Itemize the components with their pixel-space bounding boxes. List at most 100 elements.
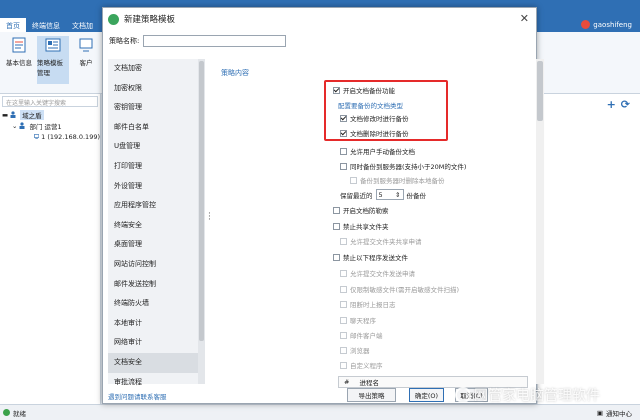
sidebar-search-input[interactable]: 在这里输入关键字搜索 bbox=[2, 96, 98, 107]
opt-label: 允许提交文件夹共享申请 bbox=[350, 238, 422, 246]
tab-terminal-info[interactable]: 终端信息 bbox=[26, 18, 66, 32]
checkbox[interactable] bbox=[340, 346, 347, 354]
opt-label: 允许用户手动备份文档 bbox=[350, 148, 415, 156]
opt-label: 邮件客户端 bbox=[350, 332, 383, 340]
column-header-index: # bbox=[344, 378, 350, 386]
opt-mail-client[interactable]: 邮件客户端 bbox=[340, 330, 383, 340]
opt-label: 禁止共享文件夹 bbox=[343, 223, 389, 231]
nav-item[interactable]: 终端防火墙 bbox=[108, 294, 205, 314]
checkbox[interactable] bbox=[340, 300, 347, 308]
nav-scroll-thumb[interactable] bbox=[199, 61, 204, 341]
expand-icon[interactable]: ⌄ bbox=[12, 122, 17, 130]
checkbox[interactable] bbox=[333, 206, 340, 214]
checkbox[interactable] bbox=[340, 269, 347, 277]
opt-label: 禁止以下程序发送文件 bbox=[343, 254, 408, 262]
keep-count-stepper[interactable]: 5 ⇕ bbox=[375, 189, 404, 200]
notification-center[interactable]: ▣ 通知中心 bbox=[597, 408, 632, 418]
keep-prefix: 保留最近的 bbox=[340, 191, 373, 200]
nav-item[interactable]: 外设管理 bbox=[108, 177, 205, 197]
user-avatar-icon bbox=[581, 20, 591, 29]
checkbox[interactable] bbox=[340, 361, 347, 369]
checkbox[interactable] bbox=[340, 316, 347, 324]
opt-label: 允许提交文件发送申请 bbox=[350, 270, 415, 278]
add-icon[interactable]: + bbox=[607, 98, 616, 111]
spinner-arrows-icon[interactable]: ⇕ bbox=[395, 191, 400, 199]
nav-item[interactable]: 终端安全 bbox=[108, 216, 205, 236]
opt-anti-ransom[interactable]: 开启文档防勒索 bbox=[333, 205, 389, 215]
content-scrollbar[interactable] bbox=[536, 59, 544, 384]
ribbon-label: 基本信息 bbox=[6, 59, 32, 67]
watermark: 网管家电脑管理软件 bbox=[455, 385, 600, 405]
status-bar: 就绪 ▣ 通知中心 bbox=[0, 404, 640, 420]
tree-computer[interactable]: 1 (192.168.0.199) bbox=[0, 131, 100, 142]
opt-sync-server[interactable]: 同时备份到服务器(支持小于20M的文件) bbox=[340, 161, 466, 171]
column-header-process: 进程名 bbox=[359, 379, 379, 387]
nav-item[interactable]: 网络审计 bbox=[108, 333, 205, 353]
opt-allow-user-backup[interactable]: 允许用户手动备份文档 bbox=[340, 146, 415, 156]
ribbon-template-manage[interactable]: 策略模板管理 bbox=[37, 36, 69, 84]
opt-forbid-share[interactable]: 禁止共享文件夹 bbox=[333, 221, 389, 231]
opt-browser[interactable]: 浏览器 bbox=[340, 345, 370, 355]
checkbox[interactable] bbox=[333, 253, 340, 261]
checkbox[interactable] bbox=[350, 176, 357, 184]
user-account[interactable]: gaoshifeng bbox=[581, 20, 632, 29]
opt-allow-share-apply[interactable]: 允许提交文件夹共享申请 bbox=[340, 236, 422, 246]
tree-root[interactable]: ▬ 域之盾 bbox=[0, 109, 100, 120]
opt-chat[interactable]: 聊天程序 bbox=[340, 315, 376, 325]
nav-item[interactable]: 桌面管理 bbox=[108, 235, 205, 255]
nav-item[interactable]: 网站访问控制 bbox=[108, 255, 205, 275]
opt-label: 自定义程序 bbox=[350, 362, 383, 370]
content-scroll-thumb[interactable] bbox=[537, 61, 543, 121]
nav-item[interactable]: 文档加密 bbox=[108, 59, 205, 79]
checkbox[interactable] bbox=[340, 237, 347, 245]
nav-item[interactable]: 文档安全 bbox=[108, 352, 205, 373]
policy-name-row: 策略名称: bbox=[109, 35, 287, 47]
user-name: gaoshifeng bbox=[593, 20, 632, 29]
opt-custom[interactable]: 自定义程序 bbox=[340, 360, 383, 370]
nav-item[interactable]: 打印管理 bbox=[108, 157, 205, 177]
opt-label: 开启文档防勒索 bbox=[343, 207, 389, 215]
opt-label: 仅限制敏感文件(需开启敏感文件扫描) bbox=[350, 286, 460, 294]
opt-label: 阻断时上报日志 bbox=[350, 301, 396, 309]
nav-item[interactable]: 密钥管理 bbox=[108, 98, 205, 118]
policy-name-input[interactable] bbox=[143, 35, 287, 47]
splitter-handle[interactable]: · · · bbox=[208, 210, 211, 225]
tree-dept[interactable]: ⌄ 部门 运营1 bbox=[0, 120, 100, 131]
close-icon[interactable]: ✕ bbox=[520, 12, 529, 25]
nav-item[interactable]: 加密权限 bbox=[108, 79, 205, 99]
opt-block-upload[interactable]: 阻断时上报日志 bbox=[340, 299, 396, 309]
nav-item[interactable]: U盘管理 bbox=[108, 137, 205, 157]
template-icon bbox=[45, 38, 61, 52]
tab-home[interactable]: 首页 bbox=[0, 18, 26, 32]
help-link[interactable]: 遇到问题请联系客服 bbox=[108, 391, 167, 401]
collapse-icon[interactable]: ▬ bbox=[2, 111, 8, 119]
opt-allow-send-apply[interactable]: 允许提交文件发送申请 bbox=[340, 268, 415, 278]
users-icon bbox=[10, 111, 16, 118]
nav-item[interactable]: 本地审计 bbox=[108, 314, 205, 334]
ok-button[interactable]: 确定(O) bbox=[409, 388, 444, 402]
checkbox[interactable] bbox=[340, 285, 347, 293]
ribbon-basic-info[interactable]: 基本信息 bbox=[3, 36, 35, 84]
export-policy-button[interactable]: 导出策略 bbox=[347, 388, 396, 402]
nav-item[interactable]: 邮件白名单 bbox=[108, 118, 205, 138]
nav-item[interactable]: 应用程序管控 bbox=[108, 196, 205, 216]
refresh-icon[interactable]: ⟳ bbox=[621, 98, 630, 111]
nav-item[interactable]: 邮件发送控制 bbox=[108, 275, 205, 295]
checkbox[interactable] bbox=[333, 222, 340, 230]
policy-content: 策略内容 开启文档备份功能 配置要备份的文档类型 文档修改时进行备份 文档删除时… bbox=[221, 59, 544, 388]
nav-scrollbar[interactable] bbox=[198, 59, 205, 384]
check-icon bbox=[3, 409, 10, 416]
opt-forbid-send[interactable]: 禁止以下程序发送文件 bbox=[333, 252, 408, 262]
document-icon bbox=[12, 37, 26, 53]
opt-only-encrypted[interactable]: 仅限制敏感文件(需开启敏感文件扫描) bbox=[340, 284, 459, 294]
opt-delete-local[interactable]: 备份到服务器时删除本地备份 bbox=[350, 175, 445, 185]
dialog-title: 新建策略模板 bbox=[124, 15, 176, 25]
checkbox[interactable] bbox=[340, 162, 347, 170]
tab-document[interactable]: 文档加 bbox=[66, 18, 99, 32]
status-text: 就绪 bbox=[13, 409, 26, 418]
ribbon-client[interactable]: 客户 bbox=[72, 36, 100, 84]
keep-suffix: 份备份 bbox=[406, 191, 427, 200]
checkbox[interactable] bbox=[340, 147, 347, 155]
watermark-text: 网管家电脑管理软件 bbox=[474, 388, 600, 404]
checkbox[interactable] bbox=[340, 331, 347, 339]
